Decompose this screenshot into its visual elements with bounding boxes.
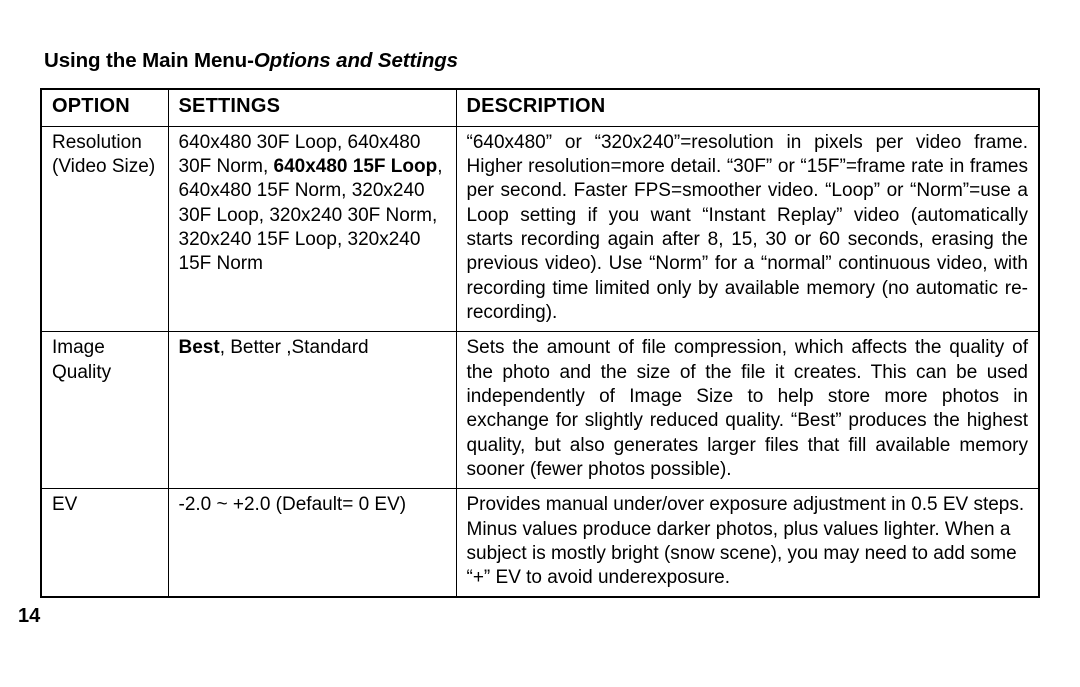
cell-description: Sets the amount of file compression, whi… [456, 332, 1039, 489]
settings-default: Best [179, 337, 220, 358]
option-line: Resolution [52, 132, 142, 153]
option-line: Quality [52, 362, 111, 383]
option-line: (Video Size) [52, 156, 155, 177]
heading-text-a: Using the Main Menu- [44, 49, 254, 72]
cell-description: Provides manual under/over exposure adju… [456, 489, 1039, 598]
col-option: OPTION [41, 89, 168, 126]
settings-default: 640x480 15F Loop [274, 156, 438, 177]
col-description: DESCRIPTION [456, 89, 1039, 126]
table-row: Image Quality Best, Better ,Standard Set… [41, 332, 1039, 489]
cell-option: EV [41, 489, 168, 598]
page-number: 14 [18, 604, 1040, 630]
cell-description: “640x480” or “320x240”=resolution in pix… [456, 126, 1039, 332]
options-table: OPTION SETTINGS DESCRIPTION Resolution (… [40, 88, 1040, 598]
cell-settings: Best, Better ,Standard [168, 332, 456, 489]
cell-option: Resolution (Video Size) [41, 126, 168, 332]
cell-settings: 640x480 30F Loop, 640x480 30F Norm, 640x… [168, 126, 456, 332]
settings-text: , Better ,Standard [220, 337, 369, 358]
section-heading: Using the Main Menu-Options and Settings [44, 48, 1040, 74]
cell-settings: -2.0 ~ +2.0 (Default= 0 EV) [168, 489, 456, 598]
col-settings: SETTINGS [168, 89, 456, 126]
table-row: Resolution (Video Size) 640x480 30F Loop… [41, 126, 1039, 332]
cell-option: Image Quality [41, 332, 168, 489]
table-row: EV -2.0 ~ +2.0 (Default= 0 EV) Provides … [41, 489, 1039, 598]
heading-text-b: Options and Settings [254, 49, 458, 72]
table-header-row: OPTION SETTINGS DESCRIPTION [41, 89, 1039, 126]
option-line: Image [52, 337, 105, 358]
